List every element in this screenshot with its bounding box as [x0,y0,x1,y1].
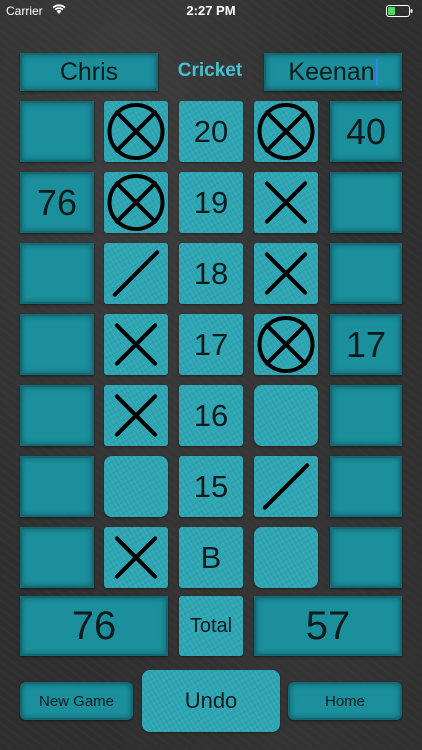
target-number-cell: 17 [179,314,243,375]
player1-score-cell[interactable] [20,527,94,588]
home-label: Home [324,692,365,710]
player2-name-field[interactable]: Keenan [264,53,402,91]
x-mark-icon [114,394,158,437]
player2-score-cell[interactable] [330,243,402,304]
total-label-cell: Total [179,596,243,656]
player1-score-value: 76 [36,181,78,223]
player2-score-value: 40 [345,110,387,152]
player1-score-cell[interactable] [20,314,94,375]
player1-hit-cell[interactable] [104,314,168,375]
player1-total-value: 76 [71,603,117,648]
player2-hit-cell[interactable] [254,314,318,375]
player1-hit-cell[interactable] [104,172,168,233]
player2-hit-cell[interactable] [254,172,318,233]
player2-score-cell[interactable] [330,385,402,446]
player1-name-field[interactable]: Chris [20,53,158,91]
player1-score-cell[interactable] [20,243,94,304]
player1-hit-cell[interactable] [104,385,168,446]
slash-mark-icon [262,463,310,510]
undo-button[interactable]: Undo [142,670,280,732]
target-number-cell: 19 [179,172,243,233]
player1-score-cell[interactable] [20,456,94,517]
player1-score-cell[interactable] [20,385,94,446]
undo-label: Undo [184,688,238,713]
closed-mark-icon [257,316,315,373]
target-number-cell: 18 [179,243,243,304]
player2-total-value: 57 [305,603,351,648]
player1-hit-cell[interactable] [104,527,168,588]
slash-mark-icon [112,250,160,297]
status-bar: Carrier 2:27 PM [0,0,422,22]
new-game-button[interactable]: New Game [20,682,133,720]
player2-score-cell[interactable] [330,172,402,233]
player2-score-cell[interactable] [330,456,402,517]
target-number-cell: 20 [179,101,243,162]
x-mark-icon [264,181,308,224]
player2-score-cell[interactable] [330,527,402,588]
player2-total: 57 [254,596,402,656]
target-number: 19 [193,184,229,220]
player2-score-cell[interactable]: 40 [330,101,402,162]
battery-icon [386,5,414,20]
total-label: Total [189,614,233,637]
player2-score-cell[interactable]: 17 [330,314,402,375]
x-mark-icon [114,536,158,579]
player1-hit-cell[interactable] [104,101,168,162]
target-number: 15 [193,468,229,504]
target-number: 16 [193,397,229,433]
player2-name: Keenan [288,57,375,86]
target-number: 18 [193,255,229,291]
target-number: B [200,539,222,575]
closed-mark-icon [107,103,165,160]
new-game-label: New Game [38,692,115,710]
game-title: Cricket [177,60,243,81]
player2-hit-cell[interactable] [254,527,318,588]
player2-score-value: 17 [345,323,387,365]
player1-name: Chris [59,57,119,86]
player2-hit-cell[interactable] [254,385,318,446]
target-number: 17 [193,326,229,362]
clock: 2:27 PM [186,3,236,18]
target-number-cell: B [179,527,243,588]
target-number-cell: 16 [179,385,243,446]
player2-hit-cell[interactable] [254,101,318,162]
player1-hit-cell[interactable] [104,456,168,517]
target-number: 20 [193,113,229,149]
x-mark-icon [114,323,158,366]
player1-score-cell[interactable]: 76 [20,172,94,233]
x-mark-icon [264,252,308,295]
player2-hit-cell[interactable] [254,456,318,517]
player1-hit-cell[interactable] [104,243,168,304]
player1-score-cell[interactable] [20,101,94,162]
closed-mark-icon [107,174,165,231]
target-number-cell: 15 [179,456,243,517]
player2-hit-cell[interactable] [254,243,318,304]
text-cursor [375,59,378,85]
home-button[interactable]: Home [288,682,402,720]
closed-mark-icon [257,103,315,160]
player1-total: 76 [20,596,168,656]
